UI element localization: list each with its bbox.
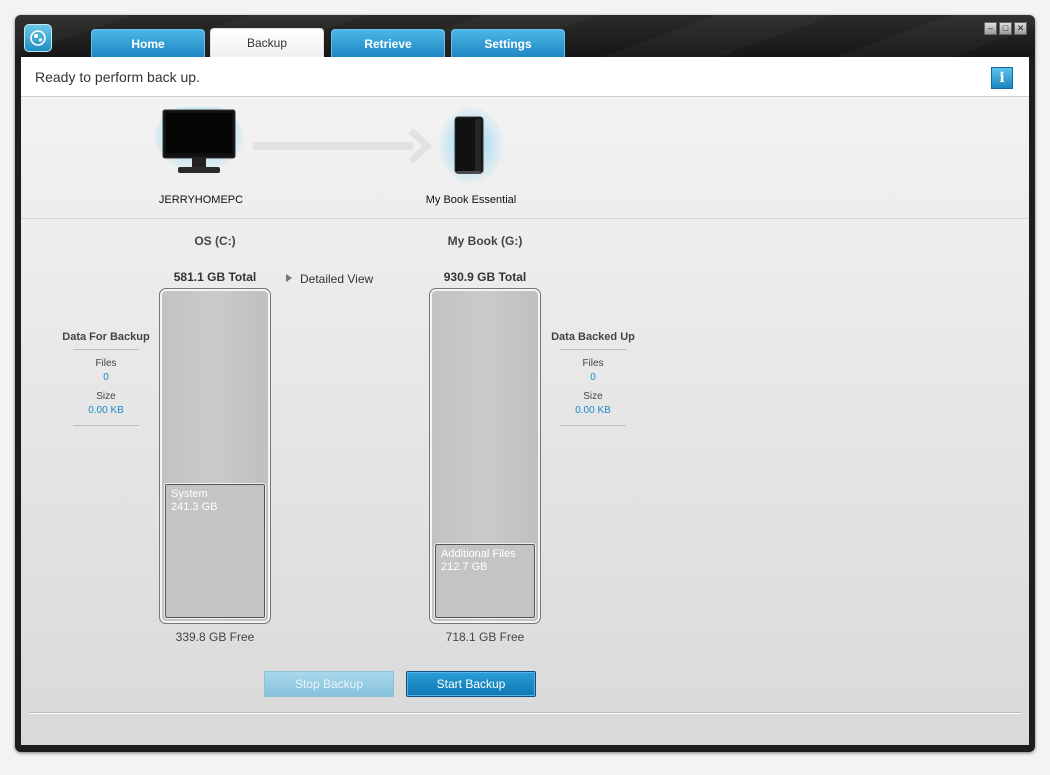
info-icon: i bbox=[999, 70, 1005, 86]
app-window: Home Backup Retrieve Settings – □ ✕ Read… bbox=[15, 15, 1035, 752]
system-segment[interactable]: System 241.3 GB bbox=[165, 484, 265, 618]
transfer-arrow-icon bbox=[253, 129, 433, 163]
footer-divider bbox=[29, 712, 1021, 714]
status-message: Ready to perform back up. bbox=[35, 69, 200, 85]
monitor-icon bbox=[155, 107, 243, 173]
additional-files-segment[interactable]: Additional Files 212.7 GB bbox=[435, 544, 535, 618]
source-drive-total: 581.1 GB Total bbox=[173, 270, 257, 284]
segment-size: 241.3 GB bbox=[171, 501, 218, 513]
divider bbox=[73, 349, 139, 350]
size-value: 0.00 KB bbox=[88, 405, 124, 416]
data-for-backup-heading: Data For Backup bbox=[62, 331, 150, 343]
device-row: JERRYHOMEPC My Book Essential bbox=[21, 101, 1029, 219]
divider bbox=[73, 425, 139, 426]
detailed-view-toggle[interactable]: Detailed View bbox=[286, 272, 373, 286]
source-drive-title: OS (C:) bbox=[194, 234, 236, 248]
target-drive-title: My Book (G:) bbox=[447, 234, 523, 248]
files-label: Files bbox=[582, 358, 604, 369]
size-label: Size bbox=[583, 391, 603, 402]
segment-name: Additional Files bbox=[441, 548, 516, 560]
restore-button[interactable]: □ bbox=[999, 22, 1012, 35]
external-drive-icon bbox=[439, 107, 503, 183]
target-device-name: My Book Essential bbox=[425, 194, 517, 206]
divider bbox=[560, 425, 626, 426]
segment-size: 212.7 GB bbox=[441, 561, 488, 573]
target-drive-capacity-bar: Additional Files 212.7 GB bbox=[429, 288, 541, 624]
files-label: Files bbox=[95, 358, 117, 369]
expand-triangle-icon bbox=[286, 274, 292, 282]
files-value: 0 bbox=[590, 372, 596, 383]
target-drive-free: 718.1 GB Free bbox=[445, 630, 525, 644]
source-device-name: JERRYHOMEPC bbox=[158, 194, 244, 206]
size-value: 0.00 KB bbox=[575, 405, 611, 416]
tab-backup[interactable]: Backup bbox=[210, 28, 324, 57]
divider bbox=[560, 349, 626, 350]
tab-home[interactable]: Home bbox=[91, 29, 205, 57]
files-value: 0 bbox=[103, 372, 109, 383]
tab-settings[interactable]: Settings bbox=[451, 29, 565, 57]
start-backup-button[interactable]: Start Backup bbox=[406, 671, 536, 697]
data-for-backup-panel: Data For Backup Files 0 Size 0.00 KB bbox=[56, 331, 156, 426]
status-bar: Ready to perform back up. i bbox=[21, 57, 1029, 97]
size-label: Size bbox=[96, 391, 116, 402]
data-backed-up-heading: Data Backed Up bbox=[551, 331, 635, 343]
target-drive-total: 930.9 GB Total bbox=[443, 270, 527, 284]
close-button[interactable]: ✕ bbox=[1014, 22, 1027, 35]
detailed-view-label: Detailed View bbox=[300, 272, 374, 286]
source-drive-capacity-bar: System 241.3 GB bbox=[159, 288, 271, 624]
backup-panel: Ready to perform back up. i JERRYHOMEPC bbox=[21, 57, 1029, 745]
info-button[interactable]: i bbox=[991, 67, 1013, 89]
tab-retrieve[interactable]: Retrieve bbox=[331, 29, 445, 57]
data-backed-up-panel: Data Backed Up Files 0 Size 0.00 KB bbox=[543, 331, 643, 426]
segment-name: System bbox=[171, 488, 208, 500]
stop-backup-button[interactable]: Stop Backup bbox=[264, 671, 394, 697]
window-controls: – □ ✕ bbox=[984, 22, 1027, 35]
app-logo-icon bbox=[24, 24, 52, 52]
source-drive-free: 339.8 GB Free bbox=[175, 630, 255, 644]
title-bar: Home Backup Retrieve Settings – □ ✕ bbox=[15, 15, 1035, 57]
minimize-button[interactable]: – bbox=[984, 22, 997, 35]
